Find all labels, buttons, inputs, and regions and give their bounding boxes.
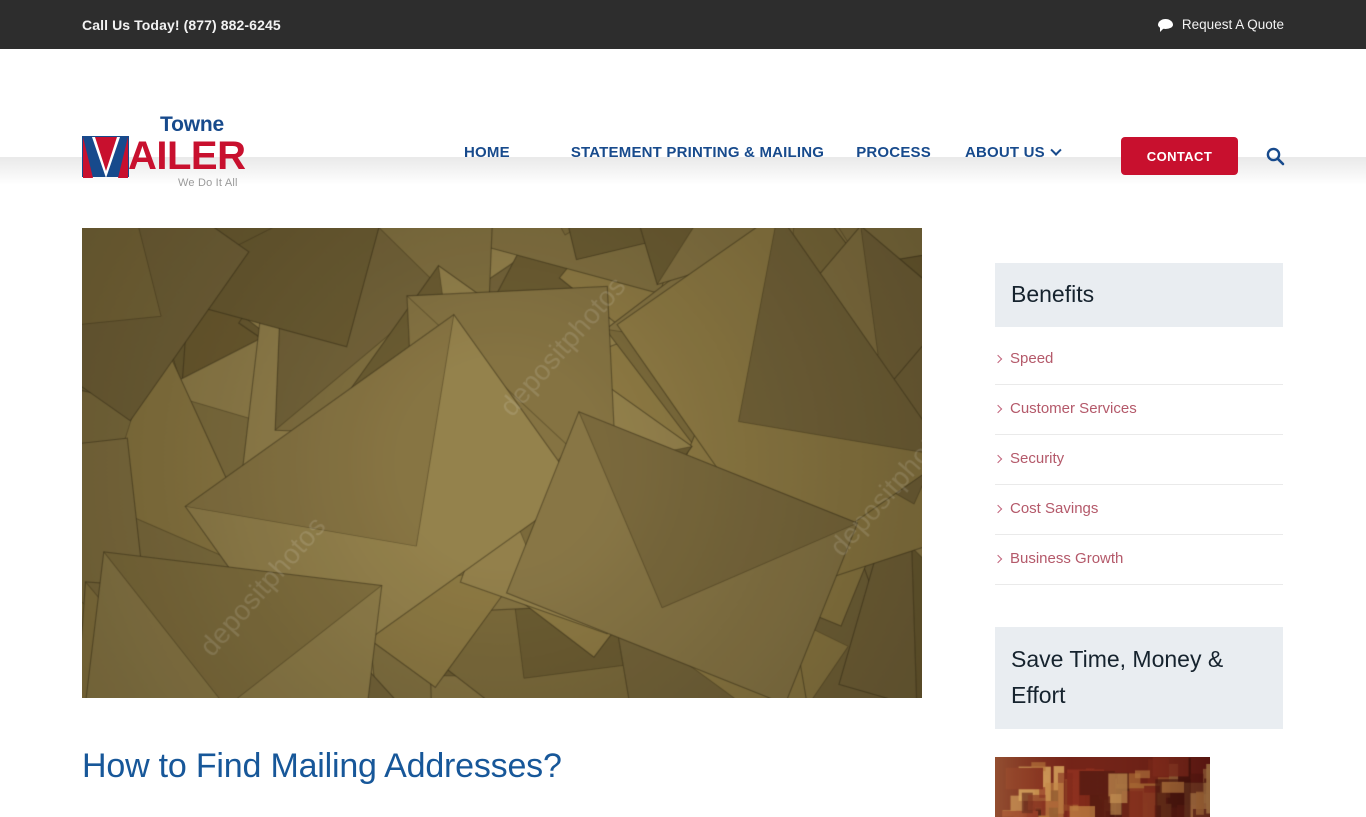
logo-ailer-text: AILER	[128, 134, 246, 178]
benefits-link-security-label: Security	[1010, 450, 1065, 467]
widget-save-time-money-effort: Save Time, Money & Effort	[995, 627, 1283, 817]
chevron-right-icon	[993, 554, 1003, 564]
nav-item-process-label: PROCESS	[856, 144, 931, 161]
benefits-link-speed-label: Speed	[1010, 350, 1054, 367]
chevron-right-icon	[993, 404, 1003, 414]
primary-navigation: HOME STATEMENT PRINTING & MAILING PROCES…	[464, 144, 1062, 161]
site-logo[interactable]: Towne AILER We Do It All	[82, 113, 246, 193]
phone-number-text: Call Us Today! (877) 882-6245	[82, 16, 281, 33]
nav-item-statement-printing-mailing[interactable]: STATEMENT PRINTING & MAILING	[571, 144, 824, 161]
featured-image-canvas	[82, 228, 922, 698]
nav-item-about-us[interactable]: ABOUT US	[964, 144, 1062, 161]
page-content: How to Find Mailing Addresses? Benefits …	[0, 185, 1366, 817]
top-bar: Call Us Today! (877) 882-6245 Request A …	[0, 0, 1366, 49]
sidebar: Benefits Speed Customer Services Securit…	[993, 263, 1283, 817]
list-item: Cost Savings	[993, 499, 1283, 535]
request-a-quote-label: Request A Quote	[1181, 17, 1284, 32]
nav-item-process[interactable]: PROCESS	[856, 144, 931, 161]
nav-item-statement-printing-mailing-label: STATEMENT PRINTING & MAILING	[570, 144, 825, 161]
benefits-link-customer-services-label: Customer Services	[1010, 400, 1137, 417]
list-item: Speed	[993, 349, 1283, 385]
contact-button[interactable]: CONTACT	[1121, 137, 1238, 175]
sidebar-image-canvas	[995, 757, 1210, 817]
featured-image	[82, 228, 922, 698]
widget-benefits: Benefits Speed Customer Services Securit…	[993, 263, 1283, 585]
widget-benefits-title: Benefits	[995, 263, 1283, 327]
logo-m-right-wedge	[118, 137, 128, 178]
request-a-quote-link[interactable]: Request A Quote	[1157, 17, 1284, 32]
list-item: Business Growth	[993, 549, 1283, 585]
chevron-down-icon	[1050, 144, 1062, 156]
benefits-link-cost-savings[interactable]: Cost Savings	[993, 499, 1283, 519]
chevron-right-icon	[993, 354, 1003, 364]
benefits-link-cost-savings-label: Cost Savings	[1010, 500, 1099, 517]
benefits-link-business-growth-label: Business Growth	[1010, 550, 1124, 567]
list-item: Security	[993, 449, 1283, 485]
nav-item-about-us-label: ABOUT US	[964, 144, 1045, 161]
nav-item-home-label: HOME	[464, 144, 510, 161]
nav-item-home[interactable]: HOME	[464, 144, 510, 161]
search-icon[interactable]	[1265, 146, 1285, 166]
post-title[interactable]: How to Find Mailing Addresses?	[82, 745, 562, 787]
widget-save-time-money-effort-title: Save Time, Money & Effort	[995, 627, 1283, 729]
speech-bubble-icon	[1157, 18, 1173, 32]
logo-m-left-wedge	[83, 137, 93, 178]
chevron-right-icon	[993, 454, 1003, 464]
benefits-list: Speed Customer Services Security Cost Sa…	[993, 349, 1283, 585]
sidebar-image	[995, 757, 1210, 817]
logo-m-mark	[82, 136, 129, 178]
benefits-link-speed[interactable]: Speed	[993, 349, 1283, 369]
logo-tagline: We Do It All	[178, 177, 238, 189]
site-header: Towne AILER We Do It All HOME STATEMENT …	[0, 49, 1366, 189]
benefits-link-security[interactable]: Security	[993, 449, 1283, 469]
chevron-right-icon	[993, 504, 1003, 514]
benefits-link-customer-services[interactable]: Customer Services	[993, 399, 1283, 419]
list-item: Customer Services	[993, 399, 1283, 435]
benefits-link-business-growth[interactable]: Business Growth	[993, 549, 1283, 569]
